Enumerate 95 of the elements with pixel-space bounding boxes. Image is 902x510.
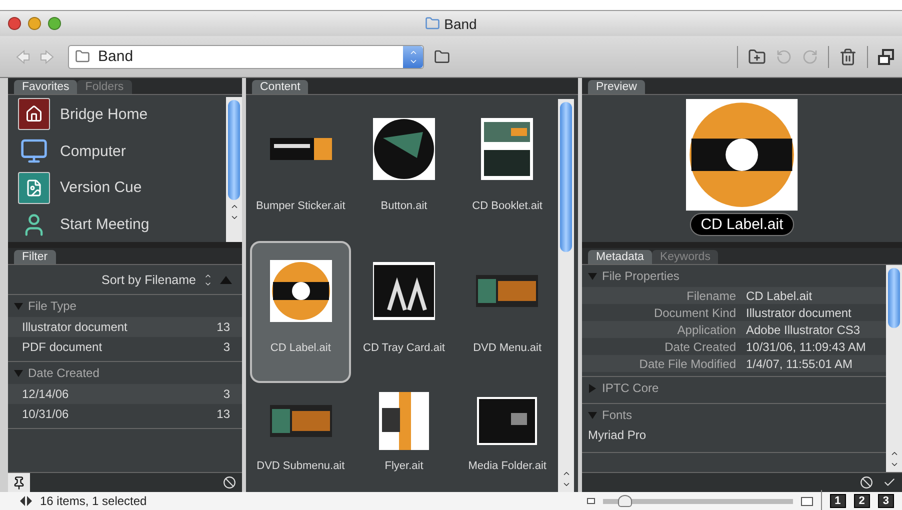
scrollbar[interactable]	[886, 265, 902, 472]
selected-thumbnail-card[interactable]: CD Label.ait	[250, 241, 352, 383]
field-value: Adobe Illustrator CS3	[746, 322, 862, 336]
minimize-button[interactable]	[28, 17, 41, 30]
scroll-up-icon[interactable]	[562, 469, 570, 478]
field-label: Filename	[686, 288, 736, 302]
field-value: Illustrator document	[746, 306, 852, 320]
zoom-button[interactable]	[48, 17, 61, 30]
status-text: 16 items, 1 selected	[40, 494, 147, 508]
preview-caption: CD Label.ait	[690, 212, 794, 236]
sort-dropdown[interactable]: Sort by Filename	[102, 272, 196, 286]
large-thumbnail-icon[interactable]	[800, 496, 813, 506]
scroll-thumb[interactable]	[888, 268, 900, 328]
filter-group-title[interactable]: File Type	[28, 299, 76, 313]
window-title: Band	[444, 16, 477, 32]
flyer-thumbnail	[378, 392, 429, 450]
trash-icon[interactable]	[839, 48, 857, 66]
filter-row[interactable]: 12/14/06 3	[8, 384, 242, 404]
font-name: Myriad Pro	[587, 427, 648, 444]
tray-card-thumbnail	[372, 262, 435, 320]
close-button[interactable]	[8, 17, 21, 30]
file-name: Bumper Sticker.ait	[256, 200, 346, 213]
favorite-item[interactable]: Computer	[60, 142, 126, 160]
field-value: CD Label.ait	[746, 288, 814, 302]
small-thumbnail-icon[interactable]	[586, 498, 595, 504]
field-label: Date Created	[664, 340, 736, 354]
file-name: Button.ait	[380, 200, 428, 213]
pin-icon[interactable]	[8, 472, 30, 492]
favorite-item[interactable]: Bridge Home	[60, 106, 148, 123]
thumbnail-card[interactable]: DVD Menu.ait	[456, 241, 558, 383]
button-thumbnail	[372, 118, 435, 180]
cancel-icon[interactable]	[860, 476, 873, 489]
panel-tab[interactable]: Content	[252, 80, 308, 94]
folder-icon	[425, 16, 440, 31]
file-name: DVD Menu.ait	[473, 342, 542, 355]
scroll-up-icon[interactable]	[230, 202, 238, 211]
clear-filter-icon[interactable]	[223, 476, 236, 489]
workspace-button[interactable]: 1	[830, 494, 846, 508]
thumbnail-card[interactable]: Bumper Sticker.ait	[250, 99, 352, 241]
parent-folder-icon[interactable]	[434, 48, 450, 64]
filter-row[interactable]: 10/31/06 13	[8, 404, 242, 424]
cd-label-thumbnail	[270, 260, 332, 322]
panel-tab[interactable]: Metadata	[588, 250, 652, 264]
file-name: Flyer.ait	[384, 460, 424, 473]
dvd-menu-thumbnail	[270, 405, 332, 437]
document-icon	[18, 172, 50, 204]
sticker-thumbnail	[270, 138, 332, 160]
section-title[interactable]: Fonts	[602, 408, 632, 422]
thumbnail-card[interactable]: Media Folder.ait	[456, 383, 558, 492]
filter-group-title[interactable]: Date Created	[28, 366, 100, 380]
panel-tab[interactable]: Preview	[588, 80, 645, 94]
field-label: Date File Modified	[638, 356, 736, 370]
favorite-item[interactable]: Version Cue	[60, 179, 142, 196]
house-icon	[18, 98, 50, 130]
workspace-button[interactable]: 2	[854, 494, 870, 508]
section-title[interactable]: IPTC Core	[602, 381, 659, 395]
compact-mode-icon[interactable]	[878, 48, 894, 64]
file-name: DVD Submenu.ait	[256, 460, 345, 473]
filter-row[interactable]: PDF document 3	[8, 337, 242, 357]
scrollbar[interactable]	[226, 97, 242, 242]
folder-icon	[75, 49, 90, 64]
field-label: Document Kind	[652, 306, 736, 320]
scroll-thumb[interactable]	[228, 100, 240, 200]
section-title[interactable]: File Properties	[602, 269, 680, 283]
slider-thumb[interactable]	[618, 495, 632, 507]
workspace-button[interactable]: 3	[878, 494, 894, 508]
file-name: CD Label.ait	[270, 342, 331, 355]
scroll-down-icon[interactable]	[890, 460, 898, 469]
dvd-menu-thumbnail	[476, 275, 538, 307]
file-name: CD Tray Card.ait	[363, 342, 445, 355]
scroll-thumb[interactable]	[560, 102, 572, 252]
scrollbar[interactable]	[558, 99, 574, 492]
new-folder-icon[interactable]	[748, 48, 766, 66]
favorite-item[interactable]: Start Meeting	[60, 216, 150, 234]
file-name: Media Folder.ait	[468, 460, 546, 473]
field-value: 10/31/06, 11:09:43 AM	[746, 340, 867, 354]
field-label: Application	[676, 322, 736, 336]
panel-tab[interactable]: Filter	[14, 250, 56, 264]
thumbnail-card[interactable]: CD Booklet.ait	[456, 99, 558, 241]
thumbnail-card[interactable]: Flyer.ait	[353, 383, 455, 492]
thumbnail-card[interactable]: CD Tray Card.ait	[353, 241, 455, 383]
scroll-up-icon[interactable]	[890, 449, 898, 458]
panel-tab[interactable]: Favorites	[14, 80, 78, 94]
path-dropdown[interactable]: Band	[68, 44, 424, 68]
scroll-down-icon[interactable]	[230, 213, 238, 222]
field-value: 1/4/07, 11:55:01 AM	[746, 356, 854, 370]
file-name: CD Booklet.ait	[472, 200, 542, 213]
toggle-panels-icon[interactable]	[20, 496, 32, 506]
thumbnail-card[interactable]: Button.ait	[353, 99, 455, 241]
booklet-thumbnail	[481, 118, 534, 180]
scroll-down-icon[interactable]	[562, 480, 570, 489]
thumbnail-card[interactable]: DVD Submenu.ait	[250, 383, 352, 492]
stepper-icon	[403, 46, 423, 68]
filter-row[interactable]: Illustrator document 13	[8, 317, 242, 337]
media-folder-thumbnail	[477, 397, 538, 445]
